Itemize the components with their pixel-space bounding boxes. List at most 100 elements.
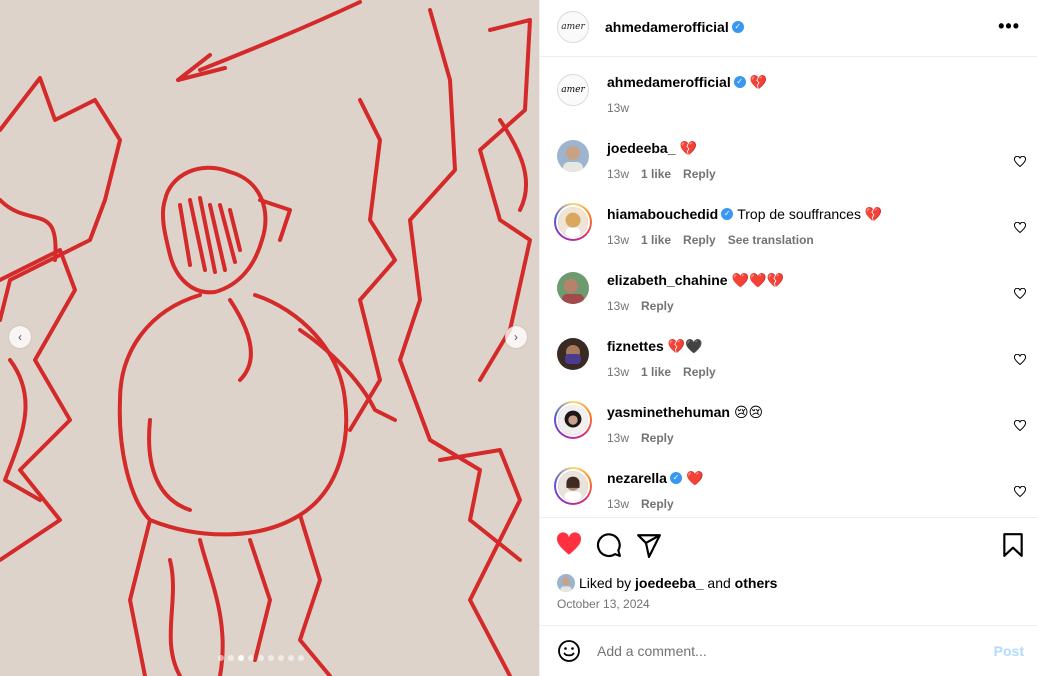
caption-username[interactable]: ahmedamerofficial xyxy=(607,74,731,90)
comment-text: elizabeth_chahine ❤️❤️💔 xyxy=(607,272,784,289)
reply-button[interactable]: Reply xyxy=(641,497,674,511)
reply-button[interactable]: Reply xyxy=(683,365,716,379)
comment-meta: 13w 1 like Reply See translation xyxy=(607,233,826,247)
avatar[interactable] xyxy=(557,338,589,370)
post-button[interactable]: Post xyxy=(994,643,1024,659)
reply-button[interactable]: Reply xyxy=(641,431,674,445)
caption: amer ahmedamerofficial ✓ 💔 13w xyxy=(540,66,1037,132)
comment-text: fiznettes 💔🖤 xyxy=(607,338,703,355)
author-username-text[interactable]: ahmedamerofficial xyxy=(605,19,729,35)
post-date[interactable]: October 13, 2024 xyxy=(557,597,650,611)
comment-time[interactable]: 13w xyxy=(607,497,629,511)
comment-body: ❤️❤️💔 xyxy=(731,272,784,288)
heart-outline-icon[interactable] xyxy=(1014,354,1026,366)
liked-by: Liked by joedeeba_ and others xyxy=(557,574,777,592)
comments-list[interactable]: amer ahmedamerofficial ✓ 💔 13w joedeeba_ 💔 … xyxy=(540,58,1037,517)
comment-likes[interactable]: 1 like xyxy=(641,233,671,247)
reply-button[interactable]: Reply xyxy=(683,167,716,181)
post-actions: Liked by joedeeba_ and others October 13… xyxy=(540,517,1037,625)
comment-body: Trop de souffrances 💔 xyxy=(737,206,883,222)
avatar[interactable] xyxy=(557,140,589,172)
chevron-left-icon[interactable]: ‹ xyxy=(9,326,31,348)
carousel-dot xyxy=(258,655,264,661)
caption-body: 💔 xyxy=(749,74,768,90)
heart-outline-icon[interactable] xyxy=(1014,222,1026,234)
liked-by-prefix: Liked by xyxy=(579,575,632,591)
heart-filled-icon[interactable] xyxy=(556,532,582,558)
liked-by-middle: and xyxy=(707,575,731,591)
author-username[interactable]: ahmedamerofficial ✓ xyxy=(605,19,744,35)
more-icon[interactable]: ••• xyxy=(998,16,1020,37)
comment-body: 💔 xyxy=(679,140,697,156)
carousel-dots xyxy=(218,655,304,661)
chevron-right-icon[interactable]: › xyxy=(505,326,527,348)
verified-icon: ✓ xyxy=(721,208,734,221)
verified-icon: ✓ xyxy=(731,21,744,34)
comment-meta: 13w Reply xyxy=(607,431,686,445)
carousel-dot-active xyxy=(238,655,244,661)
comment-body: 😢😢 xyxy=(733,404,764,420)
avatar[interactable] xyxy=(557,574,575,592)
comment-icon[interactable] xyxy=(596,532,622,558)
comment-body: 💔🖤 xyxy=(667,338,703,354)
avatar-logo-text: amer xyxy=(561,22,585,32)
liked-by-others[interactable]: others xyxy=(735,575,778,591)
carousel-dot xyxy=(288,655,294,661)
heart-outline-icon[interactable] xyxy=(1014,420,1026,432)
comment-time[interactable]: 13w xyxy=(607,167,629,181)
heart-outline-icon[interactable] xyxy=(1014,156,1026,168)
caption-time[interactable]: 13w xyxy=(607,101,629,115)
verified-icon: ✓ xyxy=(733,76,746,89)
comment-time[interactable]: 13w xyxy=(607,299,629,313)
comment-body: ❤️ xyxy=(685,470,704,486)
reply-button[interactable]: Reply xyxy=(641,299,674,313)
verified-icon: ✓ xyxy=(669,472,682,485)
comment-username[interactable]: hiamabouchedid xyxy=(607,206,718,222)
liked-by-user[interactable]: joedeeba_ xyxy=(635,575,703,591)
avatar[interactable] xyxy=(557,272,589,304)
post-media[interactable]: ‹ › xyxy=(0,0,539,676)
heart-outline-icon[interactable] xyxy=(1014,288,1026,300)
comment-row: yasminethehuman 😢😢 13w Reply xyxy=(540,396,1037,462)
comment-username[interactable]: elizabeth_chahine xyxy=(607,272,728,288)
post-side-panel: amer ahmedamerofficial ✓ ••• amer ahmedam… xyxy=(539,0,1037,676)
post-header: amer ahmedamerofficial ✓ ••• xyxy=(540,0,1037,57)
comment-row: nezarella ✓ ❤️ 13w Reply xyxy=(540,462,1037,517)
caption-avatar[interactable]: amer xyxy=(557,74,589,106)
heart-outline-icon[interactable] xyxy=(1014,486,1026,498)
comment-likes[interactable]: 1 like xyxy=(641,167,671,181)
comment-time[interactable]: 13w xyxy=(607,233,629,247)
carousel-dot xyxy=(278,655,284,661)
comment-likes[interactable]: 1 like xyxy=(641,365,671,379)
bookmark-icon[interactable] xyxy=(1000,532,1026,558)
comment-time[interactable]: 13w xyxy=(607,431,629,445)
carousel-dot xyxy=(298,655,304,661)
comment-username[interactable]: yasminethehuman xyxy=(607,404,730,420)
emoji-icon[interactable] xyxy=(557,639,581,663)
carousel-dot xyxy=(268,655,274,661)
reply-button[interactable]: Reply xyxy=(683,233,716,247)
carousel-dot xyxy=(218,655,224,661)
carousel-dot xyxy=(248,655,254,661)
comment-username[interactable]: joedeeba_ xyxy=(607,140,675,156)
carousel-dot xyxy=(228,655,234,661)
author-avatar[interactable]: amer xyxy=(557,11,589,43)
comment-username[interactable]: nezarella xyxy=(607,470,667,486)
comment-meta: 13w Reply xyxy=(607,299,686,313)
comment-time[interactable]: 13w xyxy=(607,365,629,379)
avatar-story-ring[interactable] xyxy=(554,401,592,439)
sketch-image xyxy=(0,0,539,676)
comment-text: hiamabouchedid ✓ Trop de souffrances 💔 xyxy=(607,206,882,223)
avatar-story-ring[interactable] xyxy=(554,203,592,241)
comment-row: elizabeth_chahine ❤️❤️💔 13w Reply xyxy=(540,264,1037,330)
comment-row: joedeeba_ 💔 13w 1 like Reply xyxy=(540,132,1037,198)
comment-meta: 13w Reply xyxy=(607,497,686,511)
see-translation-button[interactable]: See translation xyxy=(728,233,814,247)
comment-input[interactable] xyxy=(597,641,977,661)
share-icon[interactable] xyxy=(636,532,662,558)
add-comment-bar: Post xyxy=(540,625,1037,676)
comment-username[interactable]: fiznettes xyxy=(607,338,664,354)
avatar-story-ring[interactable] xyxy=(554,467,592,505)
comment-text: joedeeba_ 💔 xyxy=(607,140,697,157)
comment-row: hiamabouchedid ✓ Trop de souffrances 💔 13w… xyxy=(540,198,1037,264)
